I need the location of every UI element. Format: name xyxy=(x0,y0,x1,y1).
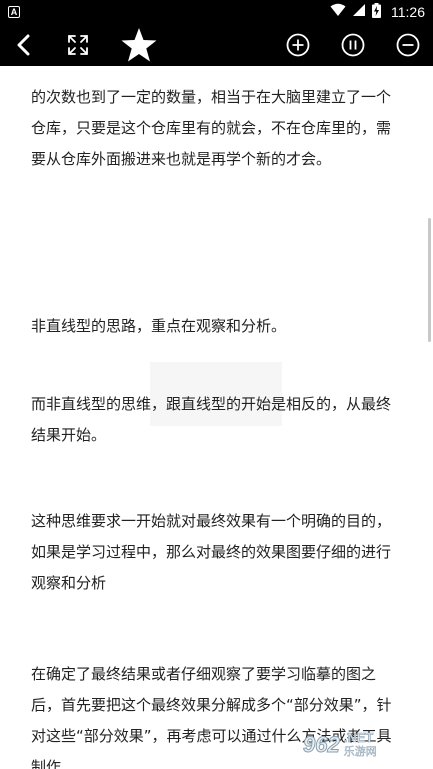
scrollbar[interactable] xyxy=(428,218,431,342)
fullscreen-icon xyxy=(67,34,89,56)
article-content[interactable]: 的次数也到了一定的数量，相当于在大脑里建立了一个仓库，只要是这个仓库里有的就会，… xyxy=(0,66,433,769)
back-arrow-icon xyxy=(13,34,35,56)
watermark-net: .NET xyxy=(343,730,374,745)
reader-toolbar xyxy=(0,24,433,66)
status-bar: A 11:26 xyxy=(0,0,433,24)
notification-badge: A xyxy=(8,6,20,18)
bookmark-star-button[interactable] xyxy=(118,24,160,66)
zoom-out-button[interactable] xyxy=(394,24,422,66)
paragraph: 而非直线型的思维，跟直线型的开始是相反的，从最终结果开始。 xyxy=(31,395,392,444)
wifi-icon xyxy=(330,3,346,21)
watermark-logo: 962 xyxy=(303,732,341,758)
site-watermark: 962 .NET 乐游网 xyxy=(303,727,427,763)
paragraph: 这种思维要求一开始就对最终效果有一个明确的目的，如果是学习过程中，那么对最终的效… xyxy=(31,512,392,592)
zoom-in-button[interactable] xyxy=(284,24,312,66)
signal-icon xyxy=(352,3,366,21)
status-time: 11:26 xyxy=(391,4,425,20)
paragraph: 的次数也到了一定的数量，相当于在大脑里建立了一个仓库，只要是这个仓库里有的就会，… xyxy=(31,88,392,168)
star-icon xyxy=(120,27,158,63)
paragraph: 非直线型的思路，重点在观察和分析。 xyxy=(31,317,287,335)
zoom-in-icon xyxy=(286,33,310,57)
fullscreen-button[interactable] xyxy=(62,24,94,66)
pause-button[interactable] xyxy=(339,24,367,66)
zoom-out-icon xyxy=(396,33,420,57)
battery-charging-icon xyxy=(372,2,381,22)
watermark-cn: 乐游网 xyxy=(343,745,377,758)
pause-icon xyxy=(341,33,365,57)
back-button[interactable] xyxy=(8,24,40,66)
